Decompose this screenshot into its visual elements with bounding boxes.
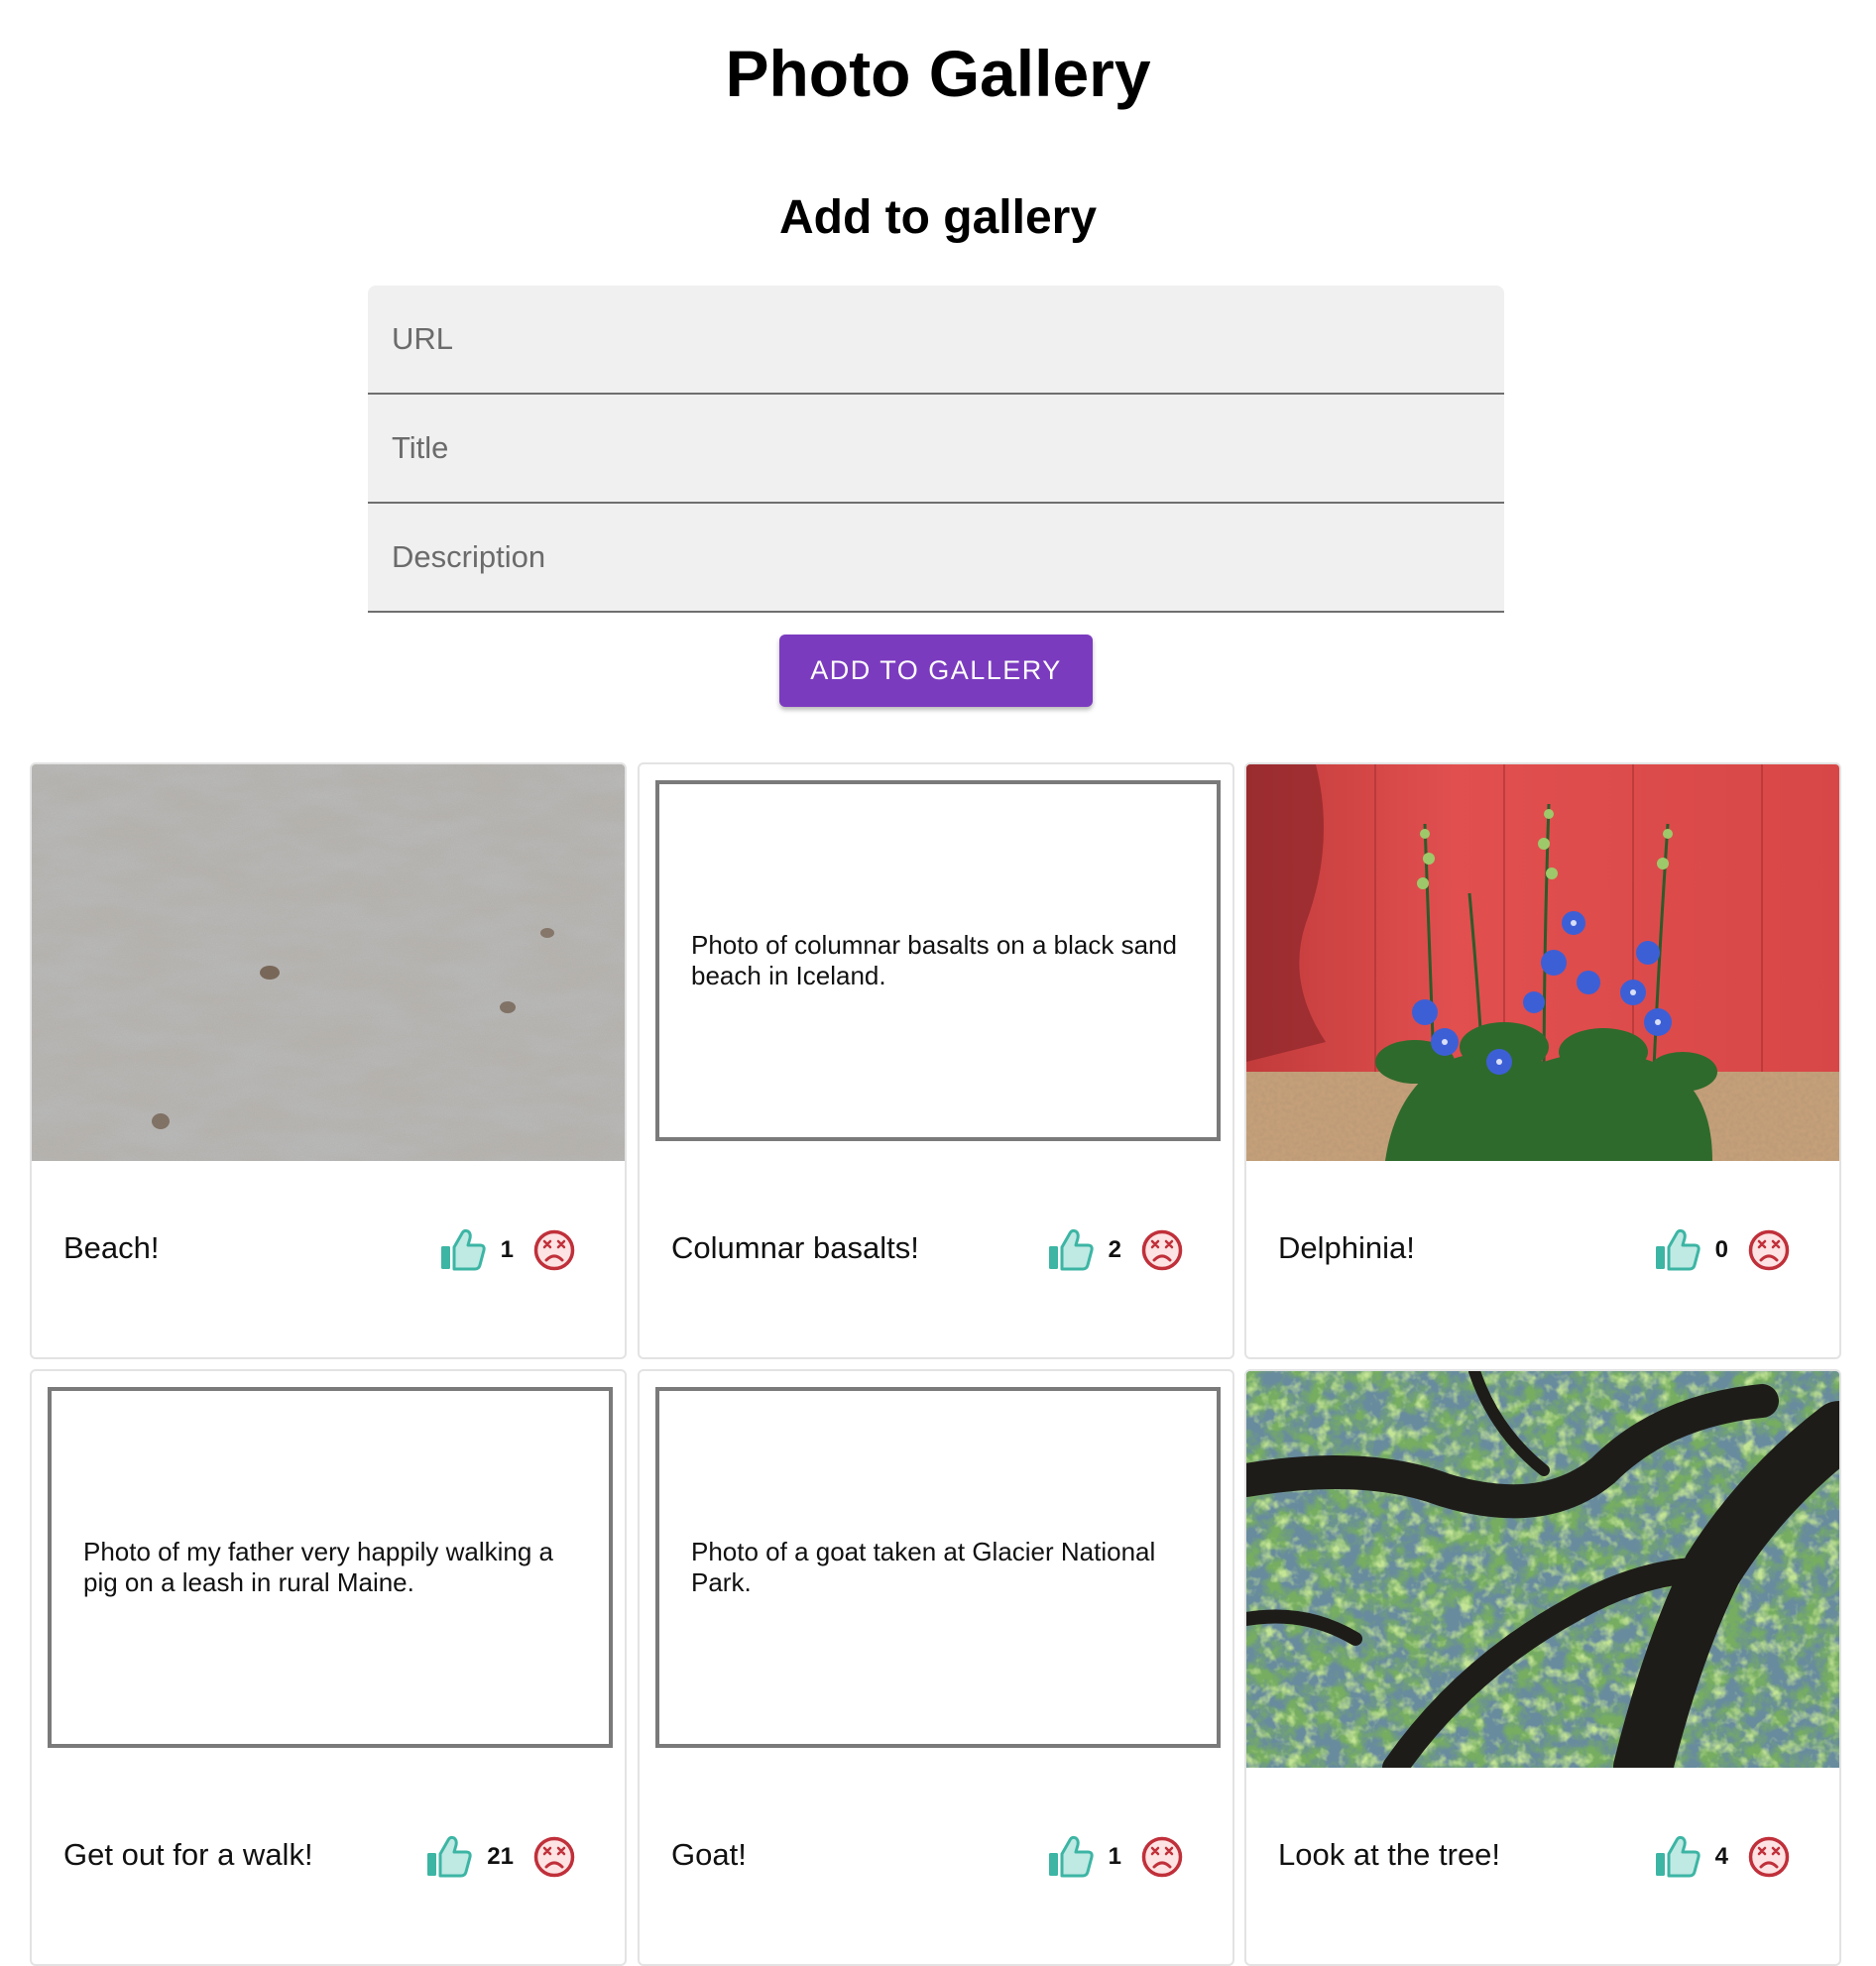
- sad-face-icon[interactable]: [533, 1229, 575, 1271]
- gallery-card[interactable]: Photo of my father very happily walking …: [30, 1369, 627, 1966]
- card-title: Goat!: [671, 1837, 747, 1872]
- sad-face-icon[interactable]: [1141, 1229, 1183, 1271]
- thumbs-up-icon[interactable]: [425, 1834, 473, 1880]
- card-title: Look at the tree!: [1278, 1837, 1501, 1872]
- photo-description: Photo of columnar basalts on a black san…: [691, 930, 1177, 990]
- gallery-card[interactable]: Photo of a goat taken at Glacier Nationa…: [638, 1369, 1234, 1966]
- thumbs-up-icon[interactable]: [439, 1227, 487, 1273]
- thumbs-up-icon[interactable]: [1654, 1227, 1701, 1273]
- tree-canopy-photo[interactable]: [1246, 1371, 1839, 1768]
- vote-controls: 1: [1047, 1833, 1183, 1881]
- gallery-card[interactable]: Delphinia! 0: [1244, 762, 1841, 1359]
- like-count: 2: [1108, 1236, 1121, 1263]
- gallery-card[interactable]: Look at the tree! 4: [1244, 1369, 1841, 1966]
- like-count: 1: [1108, 1843, 1121, 1870]
- thumbs-up-icon[interactable]: [1047, 1227, 1095, 1273]
- sad-face-icon[interactable]: [533, 1836, 575, 1878]
- url-field-container: [368, 286, 1504, 395]
- card-title: Beach!: [63, 1230, 160, 1265]
- card-title: Get out for a walk!: [63, 1837, 313, 1872]
- photo-description: Photo of a goat taken at Glacier Nationa…: [691, 1537, 1156, 1597]
- sand-texture-photo[interactable]: [32, 764, 625, 1161]
- url-input[interactable]: [368, 286, 1504, 393]
- thumbs-up-icon[interactable]: [1654, 1834, 1701, 1880]
- photo-description: Photo of my father very happily walking …: [83, 1537, 554, 1597]
- vote-controls: 0: [1654, 1226, 1790, 1274]
- description-field-container: [368, 504, 1504, 613]
- vote-controls: 21: [425, 1833, 575, 1881]
- photo-description-box[interactable]: Photo of columnar basalts on a black san…: [655, 780, 1221, 1141]
- like-count: 4: [1714, 1843, 1728, 1870]
- like-count: 1: [500, 1236, 514, 1263]
- photo-description-box[interactable]: Photo of a goat taken at Glacier Nationa…: [655, 1387, 1221, 1748]
- vote-controls: 2: [1047, 1226, 1183, 1274]
- thumbs-up-icon[interactable]: [1047, 1834, 1095, 1880]
- sad-face-icon[interactable]: [1141, 1836, 1183, 1878]
- page-title: Photo Gallery: [725, 37, 1151, 110]
- card-title: Columnar basalts!: [671, 1230, 919, 1265]
- card-title: Delphinia!: [1278, 1230, 1415, 1265]
- add-to-gallery-heading: Add to gallery: [778, 191, 1098, 244]
- title-input[interactable]: [368, 395, 1504, 502]
- delphinium-photo[interactable]: [1246, 764, 1839, 1161]
- sad-face-icon[interactable]: [1748, 1836, 1790, 1878]
- gallery-card[interactable]: Beach! 1: [30, 762, 627, 1359]
- title-field-container: [368, 395, 1504, 504]
- vote-controls: 4: [1654, 1833, 1790, 1881]
- like-count: 21: [487, 1843, 514, 1870]
- vote-controls: 1: [439, 1226, 575, 1274]
- add-to-gallery-button[interactable]: ADD TO GALLERY: [779, 635, 1093, 707]
- gallery-card[interactable]: Photo of columnar basalts on a black san…: [638, 762, 1234, 1359]
- description-input[interactable]: [368, 504, 1504, 611]
- sad-face-icon[interactable]: [1748, 1229, 1790, 1271]
- like-count: 0: [1714, 1236, 1728, 1263]
- photo-description-box[interactable]: Photo of my father very happily walking …: [48, 1387, 613, 1748]
